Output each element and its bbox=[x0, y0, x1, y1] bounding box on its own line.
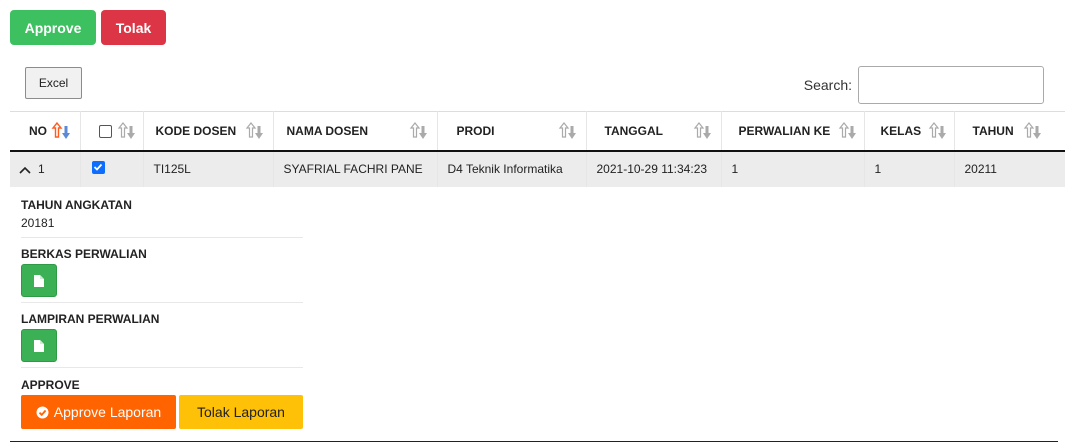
excel-export-button[interactable]: Excel bbox=[25, 67, 82, 99]
column-header-kode-dosen[interactable]: KODE DOSEN bbox=[143, 111, 274, 152]
column-header-prodi[interactable]: PRODI bbox=[437, 111, 587, 152]
select-all-checkbox[interactable] bbox=[98, 124, 112, 138]
top-action-bar: Approve Tolak bbox=[10, 10, 166, 45]
detail-approve: APPROVE Approve Laporan Tolak Laporan bbox=[21, 368, 303, 429]
sort-icon bbox=[409, 122, 427, 139]
approve-button[interactable]: Approve bbox=[10, 10, 96, 45]
column-header-select[interactable] bbox=[80, 111, 144, 152]
column-header-perwalian-ke[interactable]: PERWALIAN KE bbox=[721, 111, 865, 152]
cell-tanggal: 2021-10-29 11:34:23 bbox=[586, 150, 722, 187]
lampiran-file-button[interactable] bbox=[21, 329, 57, 362]
berkas-file-button[interactable] bbox=[21, 264, 57, 297]
cell-kode-dosen: TI125L bbox=[143, 150, 274, 187]
detail-value: 20181 bbox=[21, 216, 55, 230]
approve-report-actions: Approve Laporan Tolak Laporan bbox=[21, 395, 303, 429]
detail-title: BERKAS PERWALIAN bbox=[21, 247, 147, 261]
cell-no: 1 bbox=[10, 150, 81, 187]
column-header-label: PRODI bbox=[456, 123, 495, 138]
detail-lampiran-perwalian: LAMPIRAN PERWALIAN bbox=[21, 303, 303, 368]
tolak-button[interactable]: Tolak bbox=[101, 10, 166, 45]
column-header-label: PERWALIAN KE bbox=[738, 123, 831, 138]
detail-title: APPROVE bbox=[21, 378, 80, 392]
checkmark-icon bbox=[93, 163, 103, 171]
detail-title: TAHUN ANGKATAN bbox=[21, 198, 132, 212]
search-label: Search: bbox=[803, 77, 852, 93]
sort-icon bbox=[245, 122, 263, 139]
cell-nama-dosen: SYAFRIAL FACHRI PANE bbox=[273, 150, 438, 187]
chevron-up-icon[interactable] bbox=[18, 165, 32, 175]
cell-tahun: 20211 bbox=[954, 150, 1065, 187]
cell-prodi: D4 Teknik Informatika bbox=[437, 150, 587, 187]
column-header-label: NO bbox=[29, 123, 47, 138]
column-header-nama-dosen[interactable]: NAMA DOSEN bbox=[273, 111, 438, 152]
cell-no-value: 1 bbox=[38, 162, 45, 176]
sort-icon bbox=[928, 122, 946, 139]
cell-perwalian-ke: 1 bbox=[721, 150, 865, 187]
sort-icon bbox=[117, 122, 135, 139]
sort-icon bbox=[693, 122, 711, 139]
detail-berkas-perwalian: BERKAS PERWALIAN bbox=[21, 238, 303, 303]
table-row[interactable]: 1 TI125L SYAFRIAL FACHRI PANE D4 Teknik … bbox=[10, 150, 1065, 187]
search-input[interactable] bbox=[858, 66, 1044, 104]
cell-kelas: 1 bbox=[864, 150, 955, 187]
sort-icon bbox=[558, 122, 576, 139]
approve-laporan-label: Approve Laporan bbox=[53, 404, 162, 420]
column-header-label: KODE DOSEN bbox=[155, 123, 237, 138]
data-table: NO KODE DOSEN NAMA DOSEN PRODI TANGGAL P… bbox=[10, 111, 1065, 187]
row-checkbox[interactable] bbox=[91, 160, 105, 174]
sort-active-icon bbox=[51, 121, 70, 139]
approve-laporan-button[interactable]: Approve Laporan bbox=[21, 395, 176, 429]
detail-title: LAMPIRAN PERWALIAN bbox=[21, 312, 160, 326]
row-detail-panel: TAHUN ANGKATAN 20181 BERKAS PERWALIAN LA… bbox=[21, 188, 303, 429]
table-header-row: NO KODE DOSEN NAMA DOSEN PRODI TANGGAL P… bbox=[10, 111, 1065, 152]
search-bar: Search: bbox=[804, 66, 1044, 104]
sort-icon bbox=[1023, 122, 1041, 139]
column-header-label: KELAS bbox=[880, 123, 922, 138]
check-circle-icon bbox=[36, 406, 49, 418]
cell-checkbox bbox=[80, 150, 144, 187]
column-header-no[interactable]: NO bbox=[10, 111, 81, 152]
column-header-label: NAMA DOSEN bbox=[286, 123, 369, 138]
table-bottom-border bbox=[10, 441, 1058, 442]
file-icon bbox=[34, 274, 44, 287]
column-header-kelas[interactable]: KELAS bbox=[864, 111, 955, 152]
detail-tahun-angkatan: TAHUN ANGKATAN 20181 bbox=[21, 188, 303, 238]
file-icon bbox=[34, 339, 44, 352]
column-header-tanggal[interactable]: TANGGAL bbox=[586, 111, 722, 152]
tolak-laporan-button[interactable]: Tolak Laporan bbox=[179, 395, 303, 429]
data-table-wrapper: NO KODE DOSEN NAMA DOSEN PRODI TANGGAL P… bbox=[10, 111, 1065, 187]
sort-icon bbox=[838, 122, 856, 139]
column-header-tahun[interactable]: TAHUN bbox=[954, 111, 1065, 152]
column-header-label: TAHUN bbox=[972, 123, 1014, 138]
column-header-label: TANGGAL bbox=[604, 123, 663, 138]
